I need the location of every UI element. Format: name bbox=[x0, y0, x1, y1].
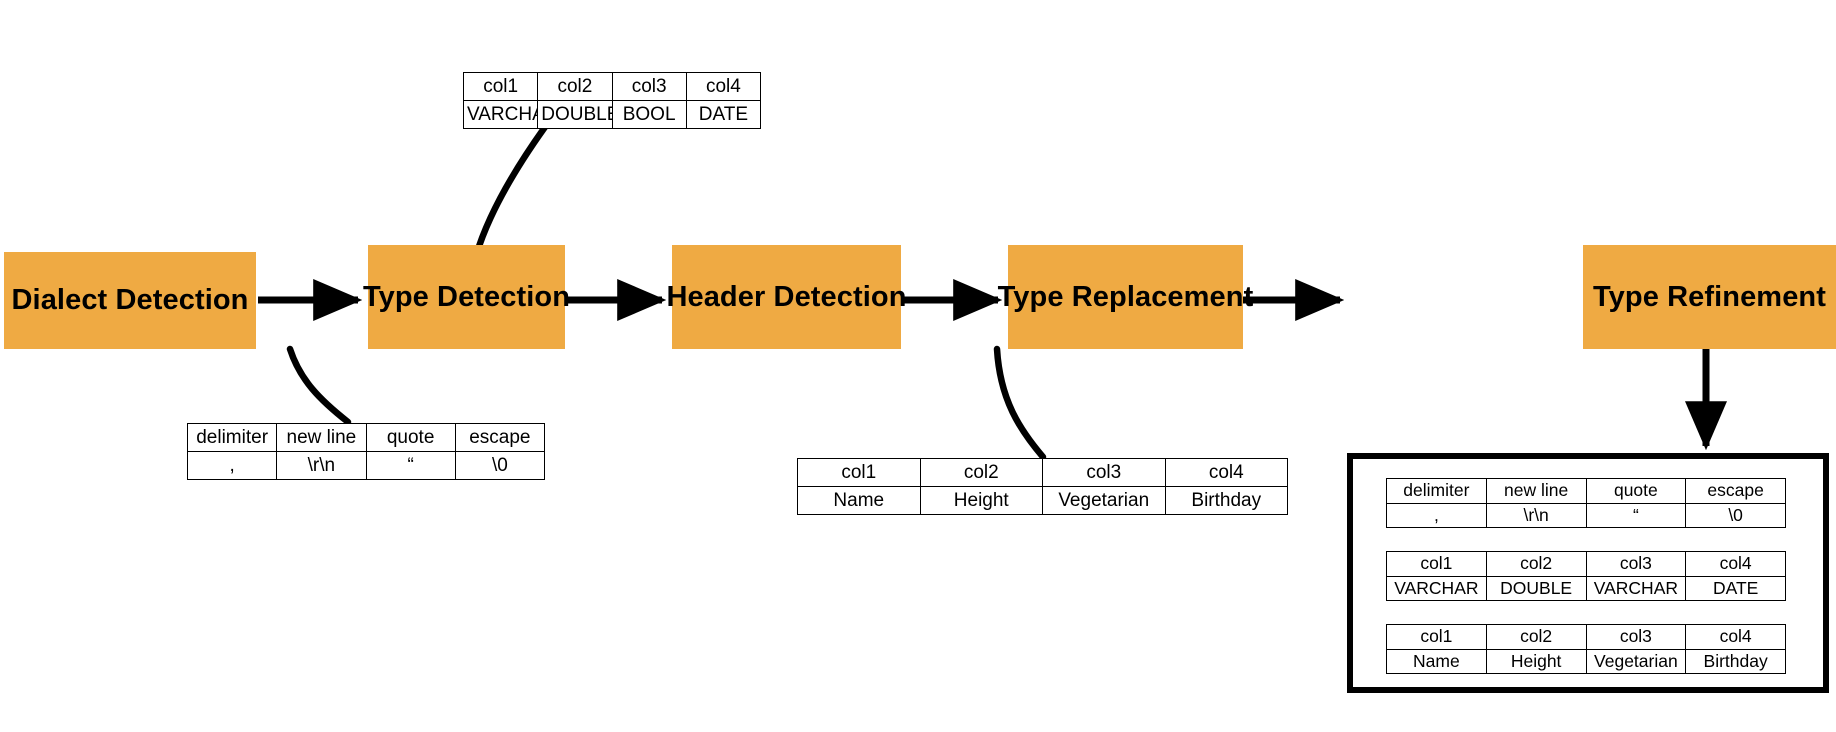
diagram-canvas: Dialect Detection Type Detection Header … bbox=[0, 0, 1836, 732]
stage-type-replacement[interactable]: Type Replacement bbox=[998, 245, 1253, 349]
cell-quote-header: quote bbox=[1585, 478, 1687, 504]
cell-escape-header: escape bbox=[1685, 478, 1786, 504]
cell-escape-value: \0 bbox=[454, 451, 546, 480]
result-headers-table: col1 col2 col3 col4 Name Height Vegetari… bbox=[1386, 624, 1786, 674]
cell-col2: col2 bbox=[1485, 624, 1587, 650]
table-row-header: delimiter new line quote escape bbox=[186, 423, 546, 452]
stage-header-detection[interactable]: Header Detection bbox=[666, 245, 906, 349]
stage-label: Header Detection bbox=[666, 280, 907, 313]
cell-newline-value: \r\n bbox=[276, 451, 367, 480]
cell-col3: col3 bbox=[1042, 458, 1166, 487]
cell-escape-header: escape bbox=[454, 423, 546, 452]
stage-label: Type Replacement bbox=[997, 280, 1254, 313]
cell-type-col2: DOUBLE bbox=[1485, 575, 1587, 601]
curve-header-detection-output bbox=[993, 345, 1047, 461]
cell-col1: col1 bbox=[1386, 551, 1487, 577]
cell-col1: col1 bbox=[462, 72, 539, 101]
cell-col4: col4 bbox=[1685, 551, 1786, 577]
stage-type-detection[interactable]: Type Detection bbox=[363, 245, 570, 349]
cell-type-col1: VARCHAR bbox=[462, 100, 539, 129]
cell-type-col4: DATE bbox=[1685, 575, 1786, 601]
cell-col4: col4 bbox=[1164, 458, 1288, 487]
table-row-values: , \r\n “ \0 bbox=[186, 451, 546, 480]
cell-delimiter-header: delimiter bbox=[1386, 478, 1487, 504]
cell-header-col3: Vegetarian bbox=[1585, 648, 1687, 674]
cell-newline-header: new line bbox=[276, 423, 367, 452]
result-dialect-table: delimiter new line quote escape , \r\n “… bbox=[1386, 478, 1786, 528]
cell-header-col4: Birthday bbox=[1164, 486, 1288, 515]
cell-header-col2: Height bbox=[1485, 648, 1587, 674]
table-row-header: col1 col2 col3 col4 bbox=[1386, 551, 1786, 577]
cell-header-col4: Birthday bbox=[1685, 648, 1786, 674]
cell-col2: col2 bbox=[1485, 551, 1587, 577]
cell-newline-header: new line bbox=[1485, 478, 1587, 504]
stage-label: Type Refinement bbox=[1592, 280, 1826, 313]
curve-dialect-detection-output bbox=[286, 345, 352, 426]
cell-newline-value: \r\n bbox=[1485, 502, 1587, 528]
cell-col3: col3 bbox=[611, 72, 687, 101]
cell-header-col1: Name bbox=[1386, 648, 1487, 674]
table-row-values: VARCHAR DOUBLE VARCHAR DATE bbox=[1386, 575, 1786, 601]
headers-table: col1 col2 col3 col4 Name Height Vegetari… bbox=[797, 458, 1288, 515]
cell-delimiter-value: , bbox=[1386, 502, 1487, 528]
result-types-table: col1 col2 col3 col4 VARCHAR DOUBLE VARCH… bbox=[1386, 551, 1786, 601]
stage-dialect-detection[interactable]: Dialect Detection bbox=[4, 252, 256, 349]
cell-quote-value: “ bbox=[1585, 502, 1687, 528]
table-row-header: col1 col2 col3 col4 bbox=[797, 458, 1288, 487]
table-row-values: Name Height Vegetarian Birthday bbox=[1386, 648, 1786, 674]
table-row-header: delimiter new line quote escape bbox=[1386, 478, 1786, 504]
table-row-values: Name Height Vegetarian Birthday bbox=[797, 486, 1288, 515]
cell-escape-value: \0 bbox=[1685, 502, 1786, 528]
cell-col4: col4 bbox=[1685, 624, 1786, 650]
stage-label: Dialect Detection bbox=[11, 284, 249, 316]
cell-header-col1: Name bbox=[797, 486, 921, 515]
cell-col2: col2 bbox=[919, 458, 1043, 487]
detected-types-table: col1 col2 col3 col4 VARCHAR DOUBLE BOOL … bbox=[462, 72, 762, 129]
table-row-values: , \r\n “ \0 bbox=[1386, 502, 1786, 528]
cell-delimiter-header: delimiter bbox=[186, 423, 278, 452]
cell-header-col3: Vegetarian bbox=[1042, 486, 1166, 515]
table-row-values: VARCHAR DOUBLE BOOL DATE bbox=[462, 100, 762, 129]
cell-col1: col1 bbox=[797, 458, 921, 487]
stage-label: Type Detection bbox=[362, 280, 571, 313]
dialect-table: delimiter new line quote escape , \r\n “… bbox=[186, 423, 546, 480]
cell-header-col2: Height bbox=[919, 486, 1043, 515]
cell-col1: col1 bbox=[1386, 624, 1487, 650]
cell-quote-value: “ bbox=[365, 451, 456, 480]
cell-type-col4: DATE bbox=[685, 100, 762, 129]
cell-col4: col4 bbox=[685, 72, 762, 101]
cell-quote-header: quote bbox=[365, 423, 456, 452]
cell-delimiter-value: , bbox=[186, 451, 278, 480]
cell-type-col3: BOOL bbox=[611, 100, 687, 129]
stage-type-refinement[interactable]: Type Refinement bbox=[1583, 245, 1836, 349]
final-result-box: delimiter new line quote escape , \r\n “… bbox=[1347, 453, 1829, 693]
cell-type-col1: VARCHAR bbox=[1386, 575, 1487, 601]
cell-col2: col2 bbox=[537, 72, 613, 101]
cell-type-col2: DOUBLE bbox=[537, 100, 613, 129]
cell-col3: col3 bbox=[1585, 551, 1687, 577]
cell-col3: col3 bbox=[1585, 624, 1687, 650]
table-row-header: col1 col2 col3 col4 bbox=[1386, 624, 1786, 650]
cell-type-col3: VARCHAR bbox=[1585, 575, 1687, 601]
table-row-header: col1 col2 col3 col4 bbox=[462, 72, 762, 101]
